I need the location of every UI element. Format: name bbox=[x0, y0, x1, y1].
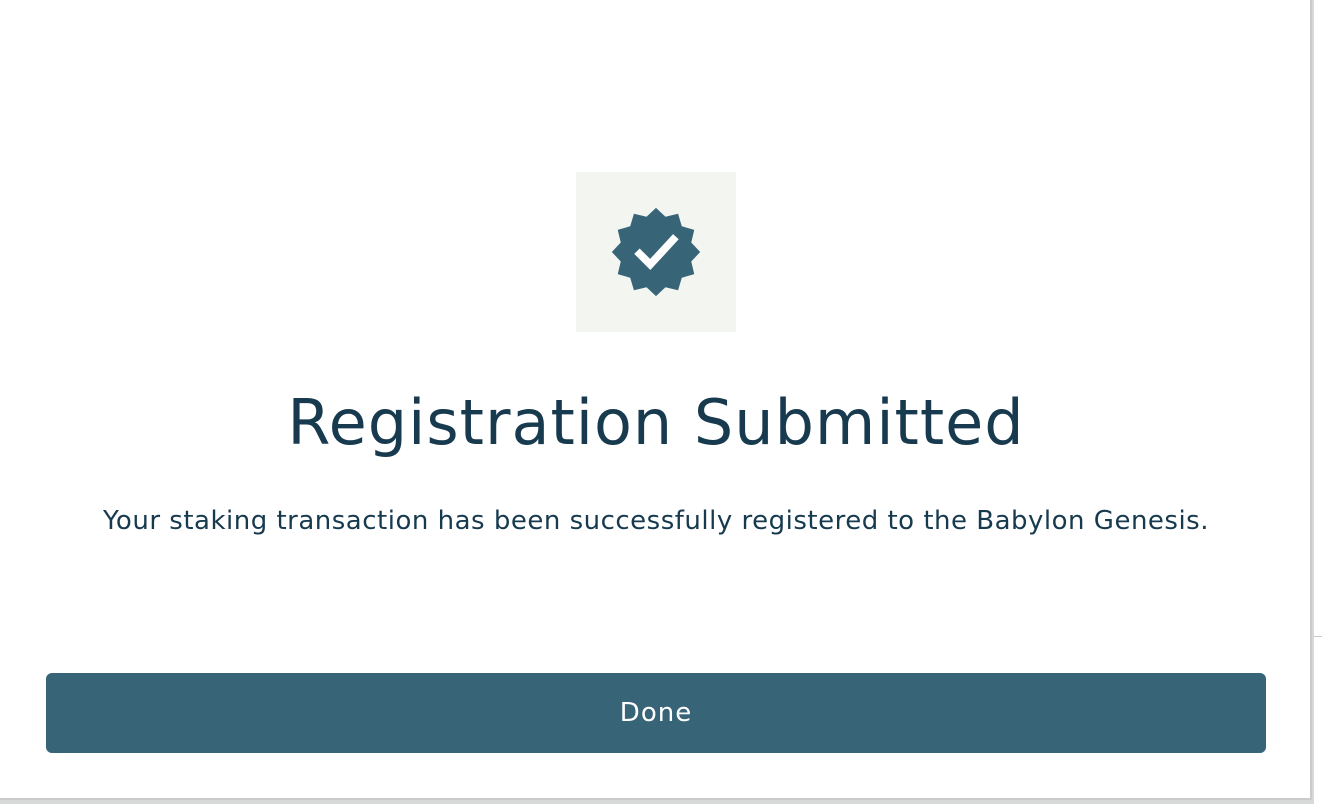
dialog-title: Registration Submitted bbox=[287, 386, 1025, 459]
background-edge bbox=[1314, 0, 1322, 804]
divider bbox=[1314, 636, 1322, 637]
dialog-message: Your staking transaction has been succes… bbox=[103, 506, 1209, 536]
success-dialog: Registration Submitted Your staking tran… bbox=[0, 0, 1312, 800]
verified-badge-check-icon bbox=[611, 207, 701, 297]
badge-icon-container bbox=[576, 172, 736, 332]
done-button[interactable]: Done bbox=[46, 673, 1266, 753]
